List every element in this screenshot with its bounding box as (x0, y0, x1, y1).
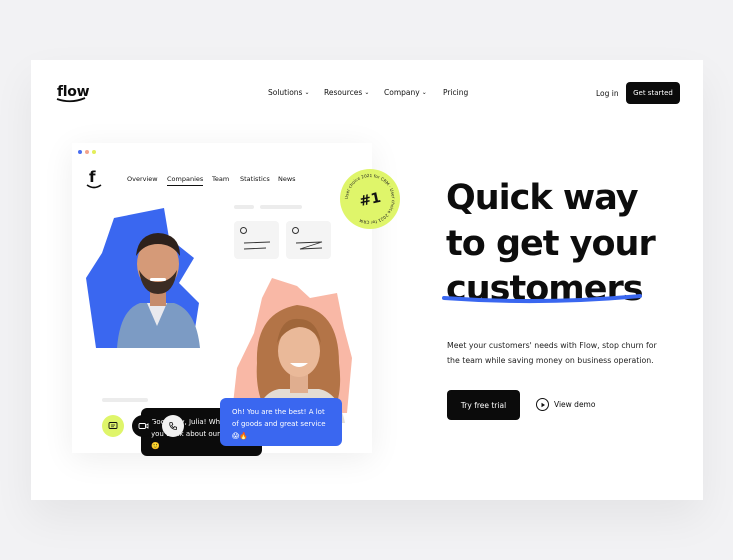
landing-card: flow Solutions ⌄ Resources ⌄ Company ⌄ P… (31, 60, 703, 500)
nav-pricing[interactable]: Pricing (443, 88, 468, 97)
hero-title-line2: to get your (446, 224, 656, 264)
tab-team[interactable]: Team (212, 175, 229, 183)
login-link[interactable]: Log in (596, 89, 619, 98)
logo-swoosh-icon (56, 97, 86, 103)
window-dot-icon (92, 150, 96, 154)
camera-icon[interactable] (132, 415, 154, 437)
man-avatar (117, 233, 200, 348)
skeleton-line (102, 398, 148, 402)
window-dot-icon (78, 150, 82, 154)
skeleton-line (234, 205, 254, 209)
chevron-down-icon: ⌄ (304, 89, 310, 96)
circle-icon (240, 227, 247, 234)
circle-icon (292, 227, 299, 234)
nav-label: Solutions (268, 88, 303, 97)
window-dot-icon (85, 150, 89, 154)
underline-swoosh-icon (442, 294, 642, 304)
mini-card (286, 221, 331, 259)
chat-bubble-customer: Oh! You are the best! A lot of goods and… (220, 398, 342, 446)
skeleton-line (260, 205, 302, 209)
logo-swoosh-icon (86, 184, 102, 189)
chevron-down-icon: ⌄ (421, 89, 427, 96)
nav-label: Company (384, 88, 420, 97)
hero-title-line1: Quick way (446, 178, 639, 218)
try-free-trial-button[interactable]: Try free trial (447, 390, 520, 420)
nav-label: Resources (324, 88, 363, 97)
get-started-button[interactable]: Get started (626, 82, 680, 104)
tab-overview[interactable]: Overview (127, 175, 158, 183)
view-demo-label: View demo (554, 400, 596, 409)
view-demo-button[interactable]: View demo (536, 398, 595, 411)
nav-company[interactable]: Company ⌄ (384, 88, 427, 97)
tab-statistics[interactable]: Statistics (240, 175, 270, 183)
nav-solutions[interactable]: Solutions ⌄ (268, 88, 310, 97)
tab-news[interactable]: News (278, 175, 296, 183)
play-icon (536, 398, 549, 411)
chat-icon[interactable] (102, 415, 124, 437)
tab-companies[interactable]: Companies (167, 175, 204, 186)
mini-card (234, 221, 279, 259)
scribble-icon (243, 241, 271, 250)
nav-resources[interactable]: Resources ⌄ (324, 88, 369, 97)
hero-description: Meet your customers' needs with Flow, st… (447, 341, 657, 365)
award-badge: User choice 2021 for CRM · User choice 2… (340, 169, 400, 229)
scribble-icon (295, 241, 323, 250)
chevron-down-icon: ⌄ (364, 89, 370, 96)
phone-icon[interactable] (162, 415, 184, 437)
nav-label: Pricing (443, 88, 469, 97)
